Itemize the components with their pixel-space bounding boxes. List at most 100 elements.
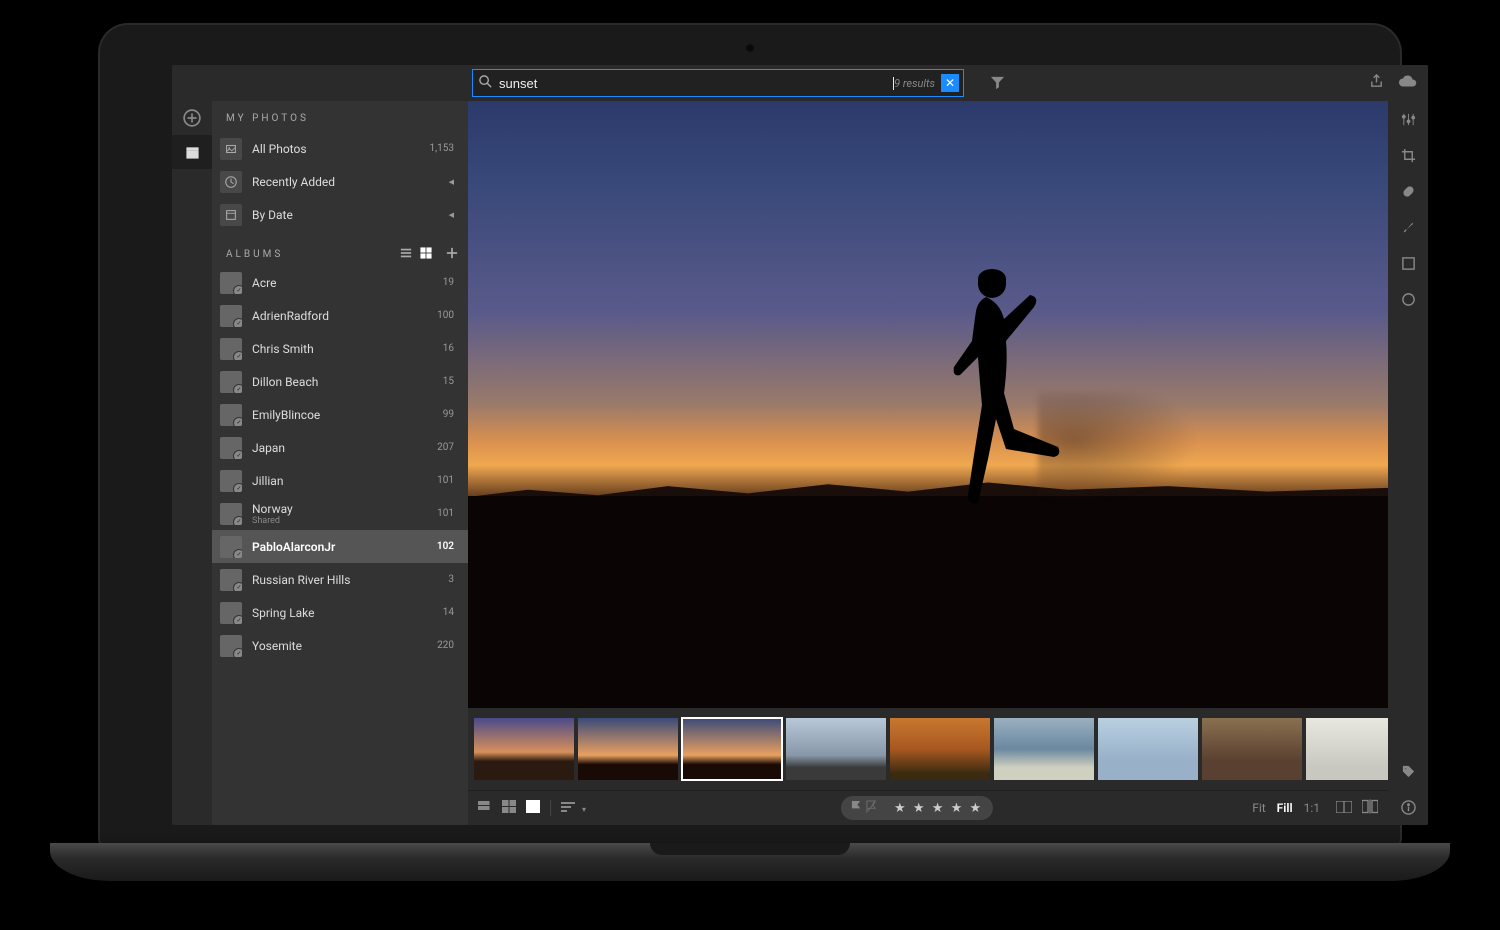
album-item-pabloalarconjr[interactable]: ✓ PabloAlarconJr 102 (212, 530, 468, 563)
linear-gradient-icon[interactable] (1388, 245, 1428, 281)
search-input[interactable] (497, 75, 894, 92)
sort-icon[interactable]: ▾ (561, 801, 586, 815)
album-thumb: ✓ (220, 404, 242, 426)
myphotos-title: MY PHOTOS (212, 101, 468, 132)
tag-icon[interactable] (1388, 753, 1428, 789)
sync-badge-icon: ✓ (233, 516, 242, 525)
main-viewer: ▾ ★ ★ ★ ★ ★ Fit (468, 101, 1388, 825)
zoom-fit[interactable]: Fit (1252, 801, 1265, 815)
album-item-adrienradford[interactable]: ✓ AdrienRadford 100 (212, 299, 468, 332)
clear-search-button[interactable]: ✕ (941, 74, 959, 92)
sidebar: MY PHOTOS All Photos1,153 Recently Added… (212, 101, 468, 825)
album-count: 99 (443, 409, 454, 420)
album-item-spring-lake[interactable]: ✓ Spring Lake 14 (212, 596, 468, 629)
myphotos-item-by-date[interactable]: By Date◀ (212, 198, 468, 231)
album-label: Jillian (252, 474, 437, 488)
album-label: Yosemite (252, 639, 437, 653)
add-photos-icon[interactable] (172, 101, 212, 135)
original-toggle-icon[interactable] (1336, 801, 1352, 816)
album-count: 220 (437, 640, 454, 651)
photo-preview[interactable] (468, 101, 1388, 708)
search-results-count: 9 results (894, 77, 935, 90)
album-count: 16 (443, 343, 454, 354)
grid-small-icon[interactable] (478, 799, 492, 817)
album-count: 15 (443, 376, 454, 387)
sync-badge-icon: ✓ (233, 450, 242, 459)
sync-badge-icon: ✓ (233, 483, 242, 492)
healing-icon[interactable] (1388, 173, 1428, 209)
sync-badge-icon: ✓ (233, 351, 242, 360)
album-label: Japan (252, 441, 437, 455)
crop-icon[interactable] (1388, 137, 1428, 173)
album-thumb: ✓ (220, 635, 242, 657)
info-icon[interactable] (1388, 789, 1428, 825)
filmstrip-thumb[interactable] (1202, 718, 1302, 780)
item-label: Recently Added (252, 175, 449, 189)
sync-badge-icon: ✓ (233, 285, 242, 294)
filmstrip-thumb[interactable] (682, 718, 782, 780)
album-count: 14 (443, 607, 454, 618)
filmstrip-thumb[interactable] (1306, 718, 1388, 780)
radial-gradient-icon[interactable] (1388, 281, 1428, 317)
album-thumb: ✓ (220, 272, 242, 294)
sync-badge-icon: ✓ (233, 648, 242, 657)
album-count: 19 (443, 277, 454, 288)
album-item-japan[interactable]: ✓ Japan 207 (212, 431, 468, 464)
right-rail (1388, 101, 1428, 825)
edit-sliders-icon[interactable] (1388, 101, 1428, 137)
filmstrip-thumb[interactable] (786, 718, 886, 780)
view-list-icon[interactable] (400, 247, 412, 262)
compare-icon[interactable] (1362, 799, 1378, 817)
album-thumb: ✓ (220, 536, 242, 558)
grid-large-icon[interactable] (502, 799, 516, 817)
item-icon (220, 204, 242, 226)
album-item-chris-smith[interactable]: ✓ Chris Smith 16 (212, 332, 468, 365)
filmstrip-thumb[interactable] (890, 718, 990, 780)
myphotos-item-all-photos[interactable]: All Photos1,153 (212, 132, 468, 165)
laptop-notch (650, 843, 850, 855)
album-count: 102 (437, 541, 454, 552)
flag-reject-icon[interactable] (866, 799, 877, 817)
zoom-1-1[interactable]: 1:1 (1304, 801, 1320, 815)
album-label: Chris Smith (252, 342, 443, 356)
album-count: 101 (437, 508, 454, 519)
album-thumb: ✓ (220, 602, 242, 624)
album-thumb: ✓ (220, 305, 242, 327)
chevron-left-icon: ◀ (449, 178, 454, 186)
laptop-base (50, 843, 1450, 881)
album-label: NorwayShared (252, 502, 437, 526)
flag-pick-icon[interactable] (851, 799, 862, 817)
item-icon (220, 138, 242, 160)
zoom-fill[interactable]: Fill (1277, 801, 1293, 815)
filmstrip-thumb[interactable] (578, 718, 678, 780)
album-thumb: ✓ (220, 338, 242, 360)
library-icon[interactable] (172, 135, 212, 169)
album-item-emilyblincoe[interactable]: ✓ EmilyBlincoe 99 (212, 398, 468, 431)
album-item-yosemite[interactable]: ✓ Yosemite 220 (212, 629, 468, 662)
album-item-norway[interactable]: ✓ NorwayShared 101 (212, 497, 468, 530)
single-view-icon[interactable] (526, 799, 540, 817)
filmstrip-thumb[interactable] (474, 718, 574, 780)
photo-silhouette (900, 259, 1100, 559)
myphotos-item-recently-added[interactable]: Recently Added◀ (212, 165, 468, 198)
share-icon[interactable] (1369, 74, 1384, 93)
cloud-icon[interactable] (1398, 74, 1418, 93)
star-rating[interactable]: ★ ★ ★ ★ ★ (894, 801, 983, 816)
brush-icon[interactable] (1388, 209, 1428, 245)
album-item-russian-river-hills[interactable]: ✓ Russian River Hills 3 (212, 563, 468, 596)
search-box[interactable]: 9 results ✕ (472, 69, 964, 97)
album-label: Dillon Beach (252, 375, 443, 389)
album-item-jillian[interactable]: ✓ Jillian 101 (212, 464, 468, 497)
album-thumb: ✓ (220, 503, 242, 525)
filmstrip-thumb[interactable] (1098, 718, 1198, 780)
view-grid-icon[interactable] (420, 247, 432, 262)
add-album-icon[interactable] (446, 247, 458, 262)
albums-header: ALBUMS (212, 241, 468, 266)
album-item-dillon-beach[interactable]: ✓ Dillon Beach 15 (212, 365, 468, 398)
filmstrip-thumb[interactable] (994, 718, 1094, 780)
filter-icon[interactable] (990, 75, 1005, 94)
top-bar: 9 results ✕ (172, 65, 1428, 101)
album-thumb: ✓ (220, 569, 242, 591)
album-item-acre[interactable]: ✓ Acre 19 (212, 266, 468, 299)
sync-badge-icon: ✓ (233, 549, 242, 558)
